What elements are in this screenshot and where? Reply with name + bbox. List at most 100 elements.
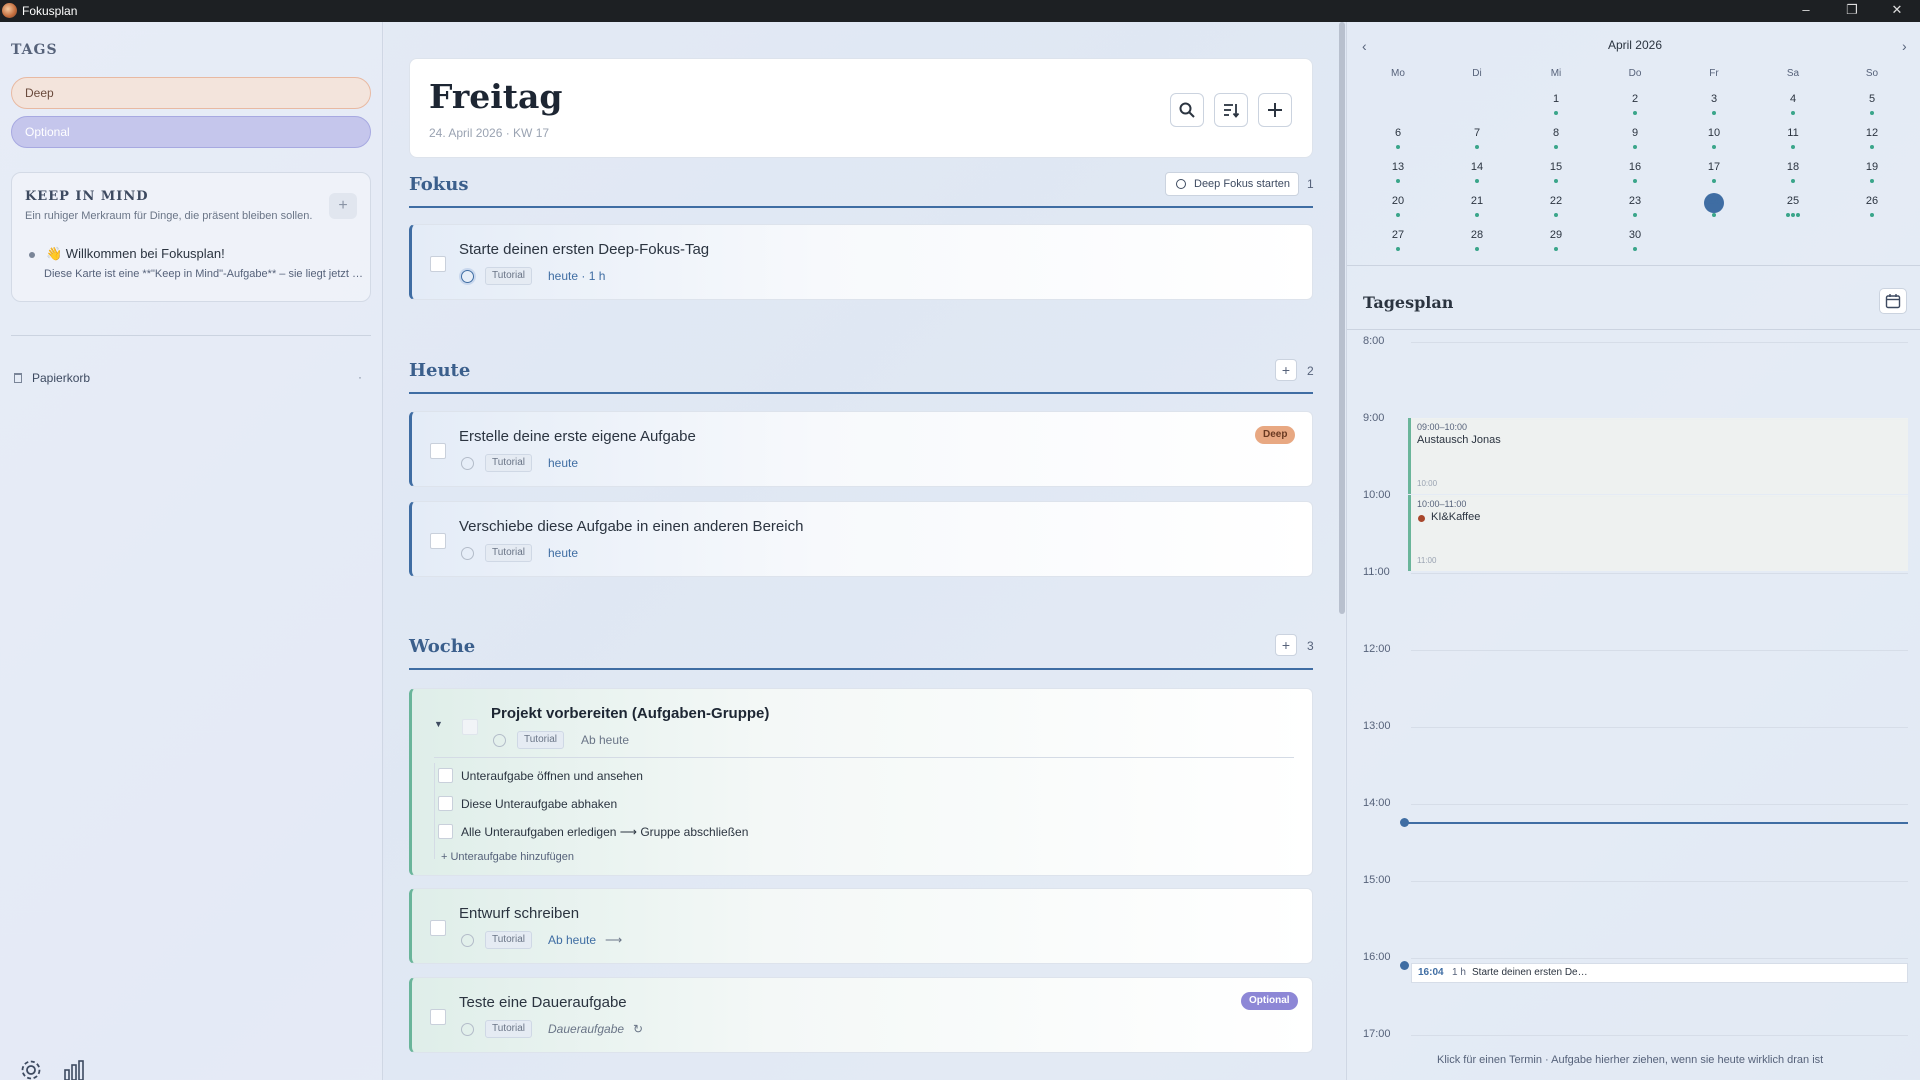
subtask-checkbox[interactable] [438, 796, 453, 811]
task-recurrence: Daueraufgabe [548, 1022, 625, 1036]
calendar-day[interactable]: 22 [1536, 195, 1576, 207]
calendar-day[interactable]: 3 [1694, 93, 1734, 105]
maximize-button[interactable]: ❐ [1829, 1, 1875, 21]
keep-in-mind-subtitle: Ein ruhiger Merkraum für Dinge, die präs… [25, 210, 313, 222]
focus-circle-icon[interactable] [461, 1023, 474, 1036]
calendar-event-dot [1633, 247, 1637, 251]
calendar-day[interactable]: 4 [1773, 93, 1813, 105]
calendar-day[interactable]: 26 [1852, 195, 1892, 207]
subtask-checkbox[interactable] [438, 768, 453, 783]
calendar-event-dot [1712, 111, 1716, 115]
group-checkbox[interactable] [462, 719, 478, 735]
calendar-day[interactable]: 29 [1536, 229, 1576, 241]
task-checkbox[interactable] [430, 920, 446, 936]
hour-label: 14:00 [1363, 797, 1391, 809]
calendar-day[interactable]: 6 [1378, 127, 1418, 139]
task-card[interactable]: Erstelle deine erste eigene Aufgabe Tuto… [409, 411, 1313, 487]
calendar-next-button[interactable]: › [1902, 38, 1907, 54]
calendar-event-dot [1712, 145, 1716, 149]
section-divider [409, 668, 1313, 670]
woche-add-button[interactable]: + [1275, 634, 1297, 656]
dayplan-divider [1347, 329, 1920, 330]
calendar-day[interactable]: 18 [1773, 161, 1813, 173]
subtask-checkbox[interactable] [438, 824, 453, 839]
deep-focus-start-button[interactable]: Deep Fokus starten [1165, 172, 1299, 196]
calendar-day[interactable]: 17 [1694, 161, 1734, 173]
calendar-event-dot [1796, 213, 1800, 217]
task-tag: Tutorial [485, 544, 532, 562]
calendar-day[interactable]: 16 [1615, 161, 1655, 173]
keep-in-mind-item-title[interactable]: 👋 Willkommen bei Fokusplan! [46, 246, 225, 262]
dayplan-calendar-button[interactable] [1879, 288, 1907, 314]
event-name: Austausch Jonas [1417, 434, 1501, 446]
task-title: Teste eine Daueraufgabe [459, 994, 627, 1011]
task-card[interactable]: Teste eine Daueraufgabe Tutorial Dauerau… [409, 977, 1313, 1053]
keep-in-mind-title: KEEP IN MIND [25, 189, 149, 204]
calendar-day[interactable]: 19 [1852, 161, 1892, 173]
calendar-weekday: Sa [1786, 68, 1800, 79]
scheduled-task-block[interactable]: 16:04 1 h Starte deinen ersten De… [1411, 963, 1908, 983]
calendar-day[interactable]: 25 [1773, 195, 1813, 207]
calendar-day[interactable]: 2 [1615, 93, 1655, 105]
statistics-icon[interactable] [61, 1057, 87, 1080]
calendar-day[interactable]: 28 [1457, 229, 1497, 241]
calendar-event-dot [1554, 145, 1558, 149]
page-date: 24. April 2026 · KW 17 [429, 126, 550, 140]
search-button[interactable] [1170, 93, 1204, 127]
collapse-caret-icon[interactable]: ▼ [434, 719, 443, 729]
calendar-day[interactable]: 5 [1852, 93, 1892, 105]
add-subtask-link[interactable]: + Unteraufgabe hinzufügen [441, 851, 574, 863]
repeat-icon: ↻ [633, 1022, 644, 1036]
focus-circle-icon[interactable] [461, 934, 474, 947]
main-scrollbar[interactable] [1339, 22, 1345, 614]
calendar-day[interactable]: 1 [1536, 93, 1576, 105]
calendar-prev-button[interactable]: ‹ [1362, 38, 1367, 54]
calendar-weekday: Mi [1550, 68, 1562, 79]
hour-gridline [1411, 573, 1908, 574]
task-group-card[interactable]: ▼ Projekt vorbereiten (Aufgaben-Gruppe) … [409, 688, 1313, 876]
calendar-day[interactable]: 21 [1457, 195, 1497, 207]
hour-label: 13:00 [1363, 720, 1391, 732]
move-arrow-icon[interactable]: ⟶ [605, 933, 622, 947]
task-card[interactable]: Starte deinen ersten Deep-Fokus-Tag Tuto… [409, 224, 1313, 300]
calendar-day[interactable]: 9 [1615, 127, 1655, 139]
close-button[interactable]: ✕ [1874, 1, 1920, 21]
calendar-day[interactable]: 13 [1378, 161, 1418, 173]
calendar-day[interactable]: 27 [1378, 229, 1418, 241]
task-checkbox[interactable] [430, 533, 446, 549]
calendar-day[interactable]: 20 [1378, 195, 1418, 207]
task-tag: Tutorial [485, 454, 532, 472]
heute-add-button[interactable]: + [1275, 359, 1297, 381]
event-block[interactable]: 09:00–10:00 Austausch Jonas 10:00 [1408, 418, 1908, 494]
calendar-day[interactable]: 23 [1615, 195, 1655, 207]
tag-optional[interactable]: Optional [11, 116, 371, 148]
keep-in-mind-add-button[interactable]: + [329, 193, 357, 219]
calendar-day[interactable]: 10 [1694, 127, 1734, 139]
calendar-day[interactable]: 15 [1536, 161, 1576, 173]
trash-link[interactable]: Papierkorb [32, 371, 90, 385]
task-card[interactable]: Verschiebe diese Aufgabe in einen andere… [409, 501, 1313, 577]
calendar-day[interactable]: 7 [1457, 127, 1497, 139]
calendar-day[interactable]: 11 [1773, 127, 1813, 139]
calendar-day[interactable]: 24 [1694, 195, 1734, 207]
task-card[interactable]: Entwurf schreiben Tutorial Ab heute ⟶ [409, 888, 1313, 964]
tag-deep[interactable]: Deep [11, 77, 371, 109]
focus-circle-icon[interactable] [461, 270, 474, 283]
add-task-button[interactable] [1258, 93, 1292, 127]
task-checkbox[interactable] [430, 443, 446, 459]
event-block[interactable]: 10:00–11:00 KI&Kaffee 11:00 [1408, 495, 1908, 571]
focus-circle-icon[interactable] [461, 457, 474, 470]
task-checkbox[interactable] [430, 1009, 446, 1025]
calendar-day[interactable]: 12 [1852, 127, 1892, 139]
focus-circle-icon[interactable] [461, 547, 474, 560]
sidebar: TAGS Deep Optional KEEP IN MIND Ein ruhi… [0, 22, 383, 1080]
settings-icon[interactable] [18, 1057, 44, 1080]
calendar-day[interactable]: 8 [1536, 127, 1576, 139]
minimize-button[interactable]: – [1783, 1, 1829, 21]
sort-button[interactable] [1214, 93, 1248, 127]
focus-circle-icon[interactable] [493, 734, 506, 747]
task-checkbox[interactable] [430, 256, 446, 272]
calendar-day[interactable]: 30 [1615, 229, 1655, 241]
calendar-day[interactable]: 14 [1457, 161, 1497, 173]
task-due: heute [548, 456, 579, 470]
